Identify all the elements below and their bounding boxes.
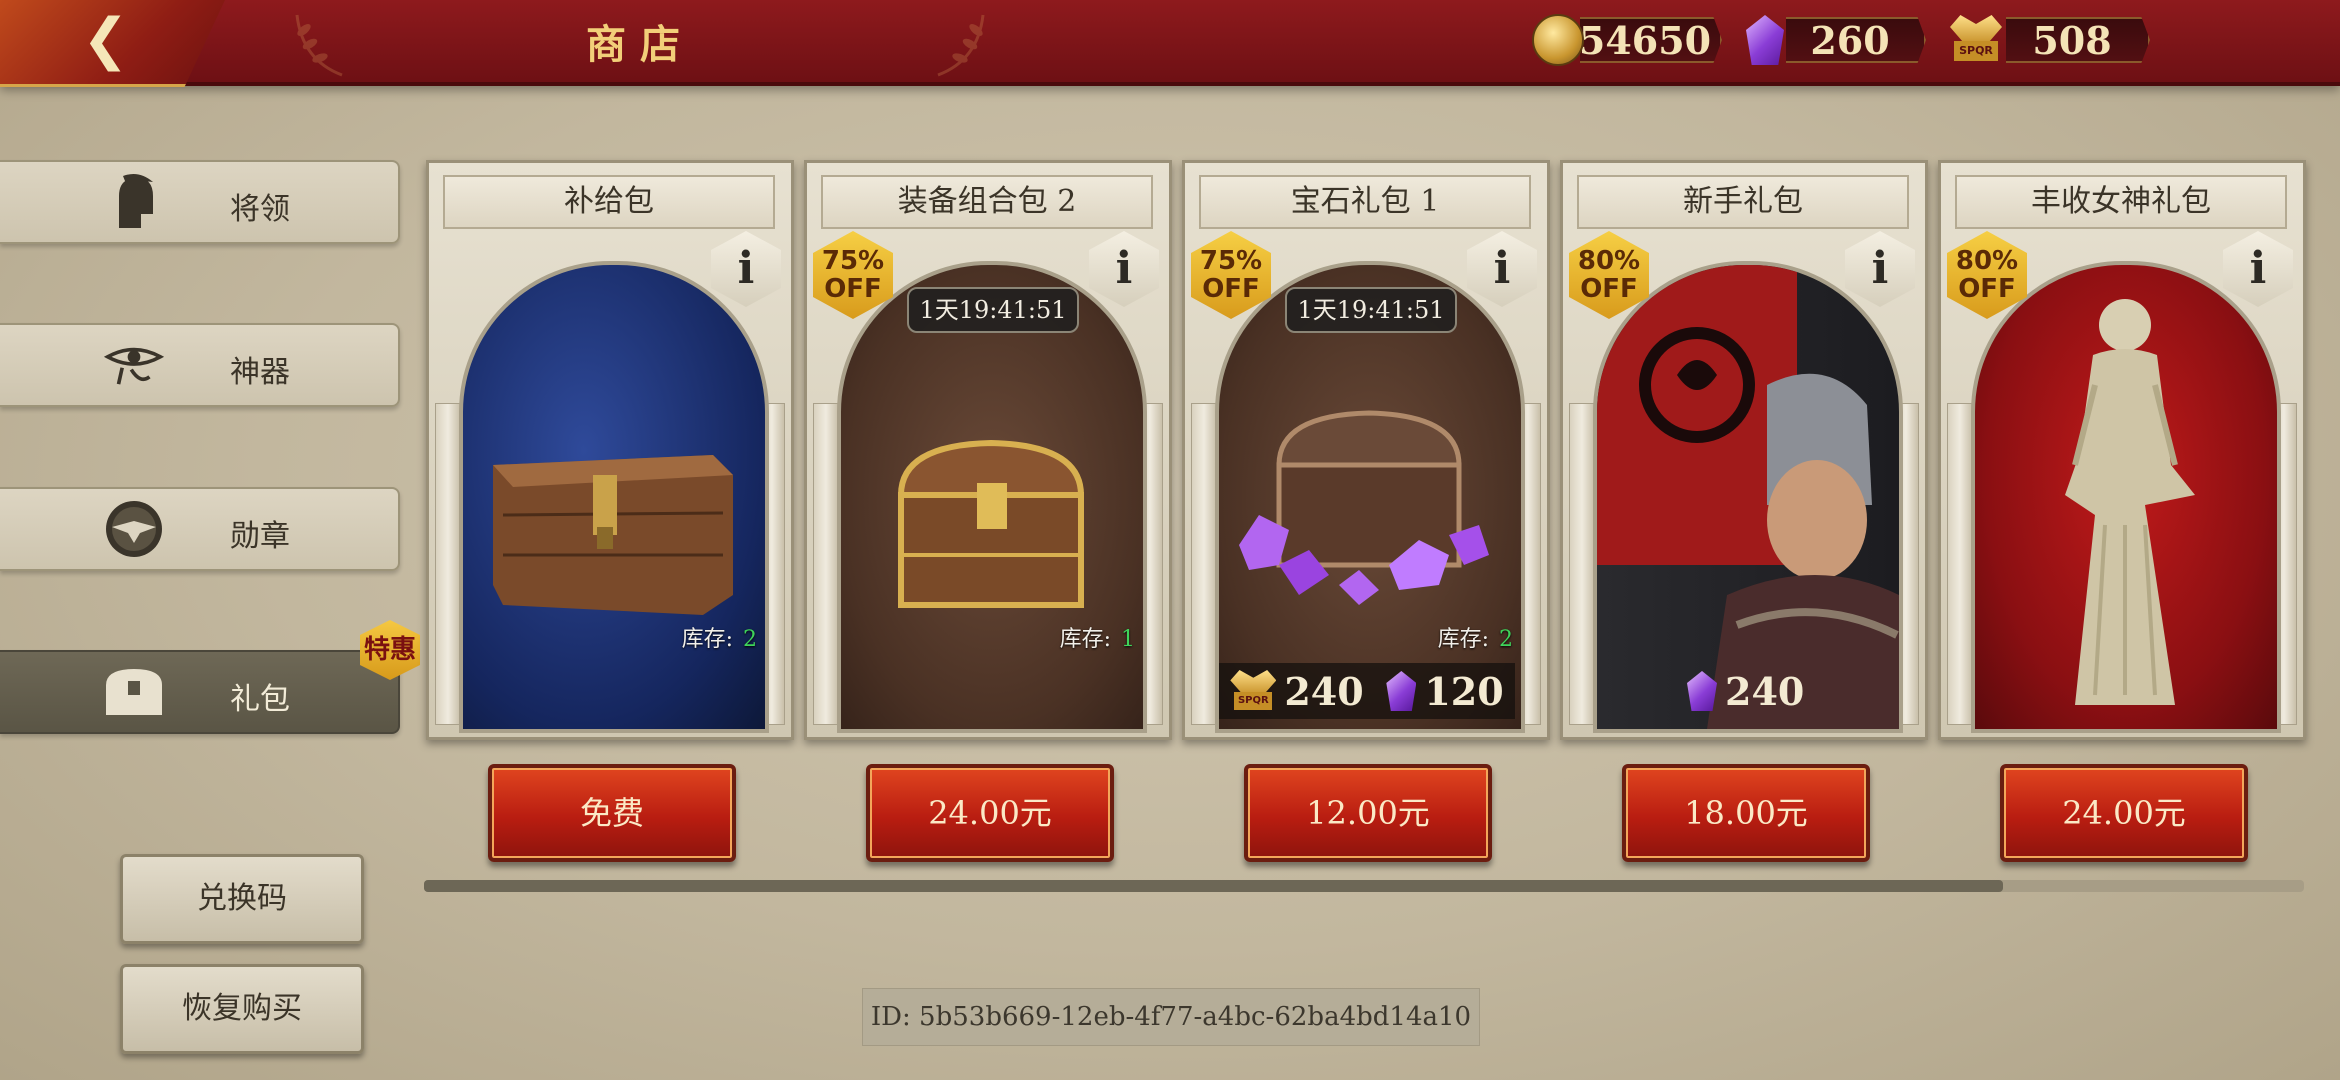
- bonus-spqr: SPQR 240: [1230, 668, 1364, 714]
- discount-text: 80% OFF: [1577, 246, 1641, 304]
- sidebar-item-medals[interactable]: 勋章: [0, 487, 400, 571]
- general-portrait-image: [1597, 265, 1899, 729]
- top-bar: ❮ 商店 54650 260 SPQR 508: [0, 0, 2340, 87]
- treasure-chest-icon: [104, 666, 164, 718]
- info-icon[interactable]: i: [1845, 231, 1915, 307]
- goddess-statue-image: [2065, 299, 2195, 705]
- horizontal-scrollbar[interactable]: [424, 880, 2304, 892]
- gem-currency[interactable]: 260: [1746, 14, 1926, 66]
- laurel-decoration-icon: [937, 14, 985, 77]
- pack-card-starter[interactable]: 新手礼包 80% OFF i 240: [1560, 160, 1928, 740]
- discount-text: 75% OFF: [1199, 246, 1263, 304]
- pillar-decoration: [435, 403, 461, 725]
- pack-card-gems[interactable]: 宝石礼包 1 75% OFF 1天19:41:51 i 库存: 2 SPQR 24…: [1182, 160, 1550, 740]
- pack-card-harvest-goddess[interactable]: 丰收女神礼包 80% OFF i: [1938, 160, 2306, 740]
- player-id-label: ID: 5b53b669-12eb-4f77-a4bc-62ba4bd14a10: [862, 988, 1480, 1046]
- sidebar-item-label: 礼包: [230, 682, 290, 717]
- buy-button-starter[interactable]: 18.00元: [1622, 764, 1870, 862]
- sidebar-item-artifacts[interactable]: 神器: [0, 323, 400, 407]
- pack-name: 装备组合包 2: [821, 175, 1153, 229]
- golden-treasure-chest-image: [897, 439, 1085, 608]
- stock-value: 2: [1499, 627, 1513, 652]
- scrollbar-thumb[interactable]: [424, 880, 2004, 892]
- stock-label: 库存:: [681, 627, 733, 652]
- wooden-crate-image: [493, 455, 733, 615]
- stock-value: 2: [743, 627, 757, 652]
- discount-text: 75% OFF: [821, 246, 885, 304]
- pack-image-frame: [459, 261, 769, 733]
- info-icon[interactable]: i: [1467, 231, 1537, 307]
- purple-gem-icon: [1746, 15, 1784, 65]
- buy-button-equipment[interactable]: 24.00元: [866, 764, 1114, 862]
- countdown-timer: 1天19:41:51: [907, 287, 1079, 333]
- sidebar-item-label: 将领: [230, 192, 290, 227]
- restore-purchase-button[interactable]: 恢复购买: [120, 964, 364, 1054]
- bonus-value: 240: [1284, 668, 1364, 714]
- redeem-code-button[interactable]: 兑换码: [120, 854, 364, 944]
- purple-gem-icon: [1386, 671, 1417, 711]
- pillar-decoration: [1569, 403, 1595, 725]
- stock-count: 库存: 2: [682, 621, 757, 653]
- bonus-rewards: SPQR 240 120: [1219, 663, 1515, 719]
- bonus-value: 120: [1424, 668, 1504, 714]
- pillar-decoration: [1191, 403, 1217, 725]
- laurel-decoration-icon: [295, 14, 343, 77]
- pack-card-supply[interactable]: 补给包 i 库存: 2: [426, 160, 794, 740]
- pack-name: 新手礼包: [1577, 175, 1909, 229]
- stock-count: 库存: 1: [1060, 621, 1135, 653]
- back-chevron-icon: ❮: [82, 7, 129, 72]
- purple-gem-icon: [1687, 671, 1717, 711]
- eye-of-horus-icon: [104, 339, 164, 391]
- pack-card-equipment[interactable]: 装备组合包 2 75% OFF 1天19:41:51 i 库存: 1: [804, 160, 1172, 740]
- discount-text: 80% OFF: [1955, 246, 2019, 304]
- spqr-eagle-icon: SPQR: [1230, 670, 1277, 712]
- gold-value: 54650: [1580, 17, 1722, 63]
- sidebar-item-generals[interactable]: 将领: [0, 160, 400, 244]
- back-button[interactable]: ❮: [0, 0, 225, 87]
- sidebar-item-label: 神器: [230, 355, 290, 390]
- sidebar-item-packs[interactable]: 礼包: [0, 650, 400, 734]
- spqr-currency[interactable]: SPQR 508: [1950, 14, 2150, 66]
- buy-button-supply[interactable]: 免费: [488, 764, 736, 862]
- eagle-medal-icon: [104, 501, 164, 557]
- bonus-gem: 240: [1687, 669, 1804, 714]
- stock-label: 库存:: [1437, 627, 1489, 652]
- pack-name: 丰收女神礼包: [1955, 175, 2287, 229]
- sidebar-item-label: 勋章: [230, 519, 290, 554]
- info-icon[interactable]: i: [2223, 231, 2293, 307]
- bonus-gem: 120: [1386, 668, 1504, 714]
- spqr-eagle-icon: SPQR: [1950, 15, 2002, 65]
- stock-value: 1: [1121, 627, 1135, 652]
- bonus-rewards: 240: [1597, 663, 1893, 719]
- buy-button-gems[interactable]: 12.00元: [1244, 764, 1492, 862]
- bonus-value: 240: [1725, 668, 1805, 714]
- pack-name: 补给包: [443, 175, 775, 229]
- stock-count: 库存: 2: [1438, 621, 1513, 653]
- spqr-value: 508: [2006, 17, 2150, 63]
- info-icon[interactable]: i: [1089, 231, 1159, 307]
- page-title: 商店: [586, 21, 694, 68]
- gold-currency[interactable]: 54650: [1532, 14, 1722, 66]
- gem-value: 260: [1786, 17, 1926, 63]
- gem-chest-image: [1239, 410, 1489, 605]
- info-icon[interactable]: i: [711, 231, 781, 307]
- buy-button-harvest-goddess[interactable]: 24.00元: [2000, 764, 2248, 862]
- gold-coin-icon: [1532, 14, 1584, 66]
- stock-label: 库存:: [1059, 627, 1111, 652]
- pack-image-frame: [1971, 261, 2281, 733]
- countdown-timer: 1天19:41:51: [1285, 287, 1457, 333]
- pillar-decoration: [1947, 403, 1973, 725]
- pack-name: 宝石礼包 1: [1199, 175, 1531, 229]
- spartan-helmet-icon: [104, 174, 164, 228]
- pillar-decoration: [813, 403, 839, 725]
